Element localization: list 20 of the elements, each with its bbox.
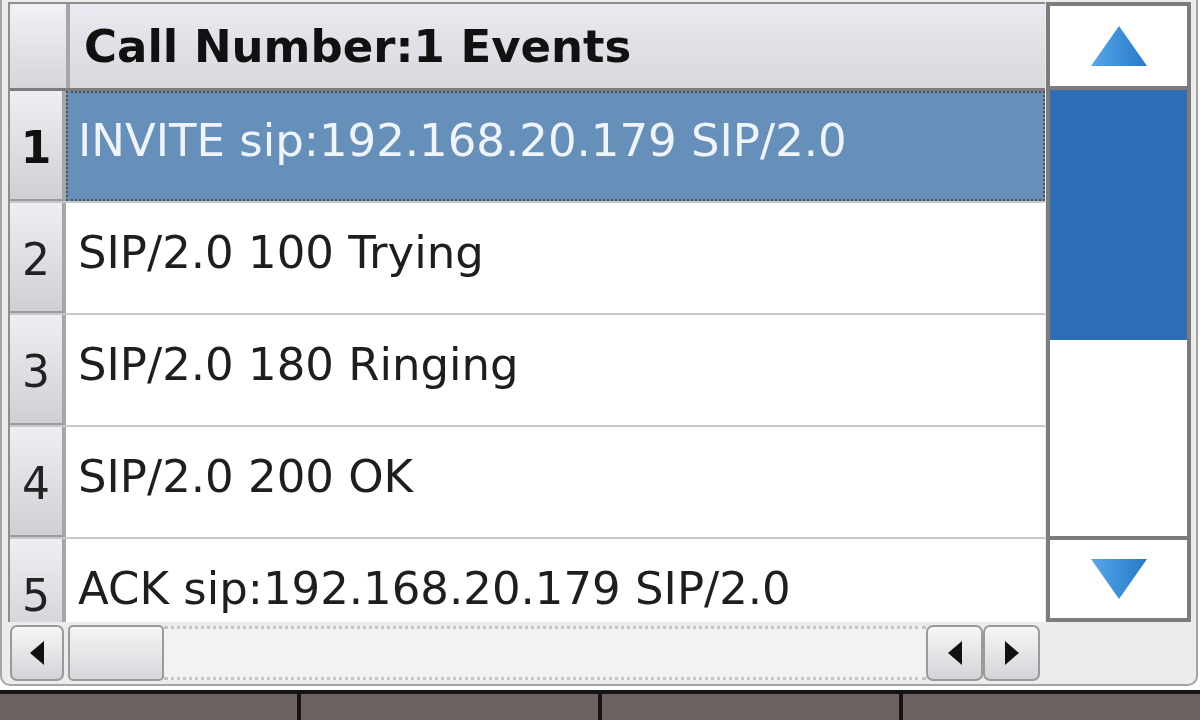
row-number-cell: 5	[10, 539, 66, 622]
up-triangle-icon	[1090, 26, 1147, 66]
row-number-cell: 1	[10, 91, 66, 201]
row-number-cell: 4	[10, 427, 66, 537]
table-cell[interactable]: SIP/2.0 180 Ringing	[66, 315, 1045, 425]
scrollbar-thumb[interactable]	[68, 625, 164, 681]
scroll-left-button[interactable]	[926, 625, 983, 681]
down-triangle-icon	[1090, 559, 1147, 599]
table-cell[interactable]: SIP/2.0 100 Trying	[66, 203, 1045, 313]
left-triangle-icon	[947, 641, 962, 665]
scroll-left-button[interactable]	[10, 625, 64, 681]
table-cell[interactable]: SIP/2.0 200 OK	[66, 427, 1045, 537]
scroll-right-button[interactable]	[983, 625, 1040, 681]
right-triangle-icon	[1004, 641, 1019, 665]
row-number-cell: 3	[10, 315, 66, 425]
column-header: Call Number:1 Events	[70, 4, 1045, 88]
table-cell[interactable]: ACK sip:192.168.20.179 SIP/2.0	[66, 539, 1045, 622]
left-triangle-icon	[30, 641, 44, 665]
scrollbar-thumb[interactable]	[1050, 90, 1187, 340]
row-number-cell: 2	[10, 203, 66, 313]
